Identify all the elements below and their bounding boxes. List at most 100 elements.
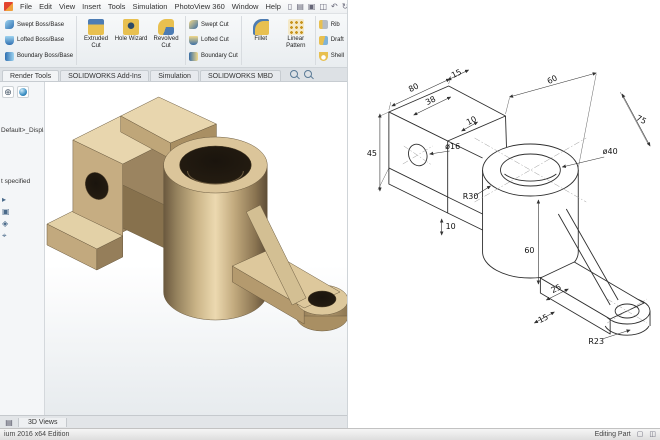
status-editing-mode: Editing Part: [594, 431, 631, 438]
boundary-cut-button[interactable]: Boundary Cut: [188, 51, 239, 61]
dim-80: 80: [407, 81, 420, 94]
menu-window[interactable]: Window: [232, 2, 259, 11]
tree-item-part-name[interactable]: Default>_Displa: [0, 126, 44, 135]
ribbon-group-cut: Extruded Cut Hole Wizard Revolved Cut: [77, 16, 187, 65]
draft-button[interactable]: Draft: [318, 35, 345, 45]
menu-photoview360[interactable]: PhotoView 360: [174, 2, 224, 11]
menu-view[interactable]: View: [59, 2, 75, 11]
boundary-cut-icon: [189, 51, 199, 61]
lofted-cut-icon: [189, 35, 199, 45]
swept-cut-icon: [189, 20, 199, 30]
menu-help[interactable]: Help: [265, 2, 280, 11]
ribbon-group-boss: Swept Boss/Base Lofted Boss/Base Boundar…: [2, 16, 78, 65]
button-label: Lofted Cut: [201, 37, 229, 44]
open-icon[interactable]: ▤: [296, 2, 304, 11]
reference-triad-icon[interactable]: ⊕: [2, 86, 14, 98]
dim-r23: R23: [588, 337, 604, 346]
zoom-icon[interactable]: [289, 70, 298, 78]
rib-icon: [318, 20, 328, 30]
menu-simulation[interactable]: Simulation: [132, 2, 167, 11]
menu-bar: File Edit View Insert Tools Simulation P…: [0, 0, 360, 14]
button-label: Boundary Cut: [201, 53, 238, 60]
sphere-icon: [19, 88, 27, 96]
main-content: ⊕ Default>_Displa t specified ▸ ▣ ◈ ⌖: [0, 82, 347, 415]
dim-10-base: 10: [446, 222, 456, 231]
model-arm-hole: [307, 290, 337, 308]
rib-button[interactable]: Rib: [318, 20, 345, 30]
tree-expand-icon[interactable]: ▸: [2, 196, 44, 204]
model-bore: [179, 145, 252, 185]
save-icon[interactable]: ▣: [308, 2, 316, 11]
status-edition: ium 2016 x64 Edition: [4, 431, 70, 438]
shell-icon: [318, 51, 328, 61]
tab-solidworks-add-ins[interactable]: SOLIDWORKS Add-Ins: [60, 70, 150, 81]
dimension-drawing: 15 80 60 38 75 45 ø16 10 R30 ø40 10 60 2…: [367, 67, 651, 346]
button-label: Hole Wizard: [114, 36, 148, 42]
button-label: Revolved Cut: [153, 36, 179, 49]
linear-pattern-icon: [287, 19, 304, 35]
menu-tools[interactable]: Tools: [108, 2, 126, 11]
extruded-cut-icon: [88, 19, 105, 35]
dim-60-height: 60: [524, 246, 534, 255]
lofted-cut-button[interactable]: Lofted Cut: [188, 35, 239, 45]
tree-plane-icon[interactable]: ▣: [2, 208, 44, 216]
menu-file[interactable]: File: [20, 2, 32, 11]
commandmanager-tabs: Render Tools SOLIDWORKS Add-Ins Simulati…: [0, 68, 347, 82]
new-icon[interactable]: ▯: [288, 2, 292, 11]
fillet-button[interactable]: Fillet: [244, 17, 278, 43]
tree-items: ▸ ▣ ◈ ⌖: [0, 196, 44, 240]
solidworks-window: File Edit View Insert Tools Simulation P…: [0, 0, 360, 428]
ribbon-group-pattern: Fillet Linear Pattern: [242, 16, 316, 65]
lofted-boss-base-button[interactable]: Lofted Boss/Base: [4, 35, 74, 45]
swept-boss-icon: [5, 20, 14, 30]
solidworks-logo-icon: [4, 2, 13, 11]
feature-manager-tree[interactable]: ⊕ Default>_Displa t specified ▸ ▣ ◈ ⌖: [0, 82, 45, 415]
dim-r30: R30: [463, 192, 479, 201]
tree-feature-icon[interactable]: ◈: [2, 220, 44, 228]
model-tab-icon[interactable]: ▤: [0, 417, 19, 427]
button-label: Draft: [330, 37, 344, 44]
tab-strip-tools: [289, 70, 312, 81]
tab-render-tools[interactable]: Render Tools: [2, 70, 60, 81]
dim-dia40: ø40: [603, 147, 618, 156]
tab-simulation[interactable]: Simulation: [150, 70, 199, 81]
boundary-boss-base-button[interactable]: Boundary Boss/Base: [4, 51, 74, 61]
status-bar: ium 2016 x64 Edition Editing Part ▢ ◫: [0, 428, 660, 440]
features-ribbon: Swept Boss/Base Lofted Boss/Base Boundar…: [0, 14, 347, 68]
tree-origin-icon[interactable]: ⌖: [2, 232, 44, 240]
hole-wizard-button[interactable]: Hole Wizard: [114, 17, 148, 43]
menu-edit[interactable]: Edit: [39, 2, 52, 11]
swept-boss-base-button[interactable]: Swept Boss/Base: [4, 20, 74, 30]
extruded-cut-button[interactable]: Extruded Cut: [79, 17, 113, 49]
shell-button[interactable]: Shell: [318, 51, 345, 61]
revolved-cut-icon: [158, 19, 175, 35]
tab-3d-views[interactable]: 3D Views: [19, 417, 68, 427]
button-label: Boundary Boss/Base: [17, 53, 74, 60]
button-label: Lofted Boss/Base: [17, 37, 65, 44]
tree-item-material[interactable]: t specified: [0, 177, 44, 186]
ribbon-group-cut-stack: Swept Cut Lofted Cut Boundary Cut: [186, 16, 242, 65]
dim-dia16: ø16: [445, 142, 460, 151]
status-icon-a[interactable]: ▢: [637, 431, 644, 438]
view-orientation-icon[interactable]: [17, 86, 29, 98]
status-icon-b[interactable]: ◫: [649, 431, 656, 438]
lofted-boss-icon: [5, 35, 14, 45]
zoom-icon[interactable]: [303, 70, 312, 78]
menu-insert[interactable]: Insert: [82, 2, 101, 11]
revolved-cut-button[interactable]: Revolved Cut: [149, 17, 183, 49]
swept-cut-button[interactable]: Swept Cut: [188, 20, 239, 30]
view-tab-bar: ▤ 3D Views: [0, 415, 347, 428]
button-label: Shell: [330, 53, 345, 60]
button-label: Fillet: [254, 36, 268, 42]
linear-pattern-button[interactable]: Linear Pattern: [279, 17, 313, 49]
tab-solidworks-mbd[interactable]: SOLIDWORKS MBD: [199, 70, 281, 81]
print-icon[interactable]: ◫: [319, 2, 327, 11]
dim-75: 75: [635, 113, 648, 126]
button-label: Rib: [330, 21, 340, 28]
3d-model[interactable]: [46, 96, 347, 332]
ribbon-group-rib: Rib Draft Shell: [316, 16, 347, 65]
boundary-boss-icon: [5, 51, 14, 61]
button-label: Swept Cut: [201, 21, 229, 28]
graphics-viewport[interactable]: [45, 82, 347, 415]
undo-icon[interactable]: ↶: [331, 2, 338, 11]
